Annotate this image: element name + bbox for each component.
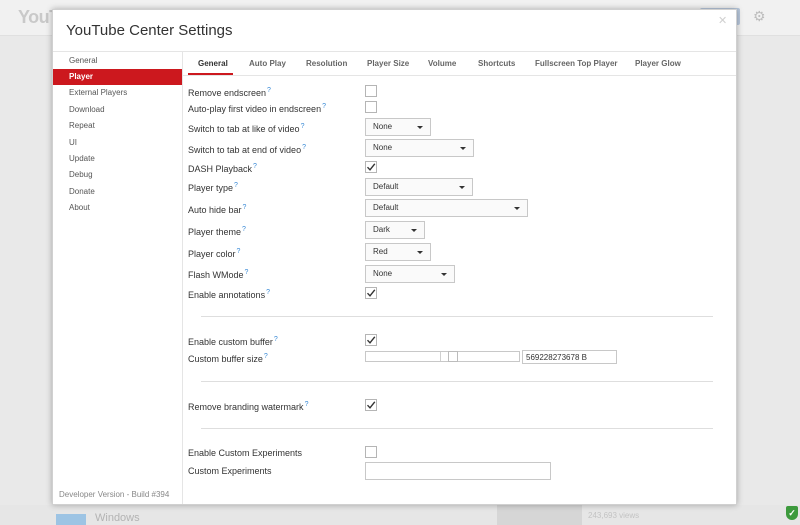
switch-like-value: None — [373, 122, 393, 131]
section-divider — [201, 381, 713, 382]
custom-experiments-label: Custom Experiments — [188, 466, 272, 476]
slider-tick — [440, 352, 441, 361]
dialog-title: YouTube Center Settings — [66, 22, 233, 39]
enable-experiments-checkbox[interactable] — [365, 446, 377, 458]
chevron-down-icon — [460, 147, 466, 150]
help-icon[interactable]: ? — [302, 144, 306, 151]
help-icon[interactable]: ? — [266, 289, 270, 296]
check-icon — [366, 163, 376, 171]
chevron-down-icon — [514, 207, 520, 210]
enable-experiments-label: Enable Custom Experiments — [188, 448, 303, 458]
enable-annotations-label: Enable annotations? — [188, 289, 270, 300]
chevron-down-icon — [441, 273, 447, 276]
auto-hide-bar-value: Default — [373, 203, 399, 212]
check-icon — [366, 336, 376, 344]
tabs-divider — [183, 75, 736, 76]
enable-custom-buffer-checkbox[interactable] — [365, 334, 377, 346]
sidebar-item-donate[interactable]: Donate — [53, 184, 182, 200]
settings-dialog: YouTube Center Settings ✕ General Player… — [52, 9, 737, 505]
check-icon — [366, 289, 376, 297]
help-icon[interactable]: ? — [245, 269, 249, 276]
gear-icon: ⚙ — [753, 8, 766, 24]
slider-handle[interactable] — [448, 351, 458, 362]
chevron-down-icon — [417, 126, 423, 129]
custom-buffer-slider[interactable] — [365, 351, 520, 362]
switch-end-dropdown[interactable]: None — [365, 139, 474, 157]
sidebar-item-download[interactable]: Download — [53, 102, 182, 118]
background-windows-label: Windows — [95, 512, 140, 524]
help-icon[interactable]: ? — [243, 204, 247, 211]
build-version: Developer Version - Build #394 — [59, 490, 170, 499]
custom-buffer-size-label: Custom buffer size? — [188, 353, 268, 364]
chevron-down-icon — [417, 251, 423, 254]
tab-fullscreen-top-player[interactable]: Fullscreen Top Player — [535, 59, 618, 68]
player-type-dropdown[interactable]: Default — [365, 178, 473, 196]
player-type-label: Player type? — [188, 182, 238, 193]
switch-end-label: Switch to tab at end of video? — [188, 144, 306, 155]
tab-shortcuts[interactable]: Shortcuts — [478, 59, 515, 68]
tab-volume[interactable]: Volume — [428, 59, 456, 68]
flash-wmode-label: Flash WMode? — [188, 269, 249, 280]
sidebar-item-external-players[interactable]: External Players — [53, 85, 182, 101]
dash-playback-checkbox[interactable] — [365, 161, 377, 173]
tab-general[interactable]: General — [198, 59, 228, 68]
player-theme-dropdown[interactable]: Dark — [365, 221, 425, 239]
remove-endscreen-label: Remove endscreen? — [188, 87, 271, 98]
help-icon[interactable]: ? — [322, 103, 326, 110]
player-theme-label: Player theme? — [188, 226, 246, 237]
custom-experiments-input[interactable] — [365, 462, 551, 480]
section-divider — [201, 428, 713, 429]
autoplay-endscreen-label: Auto-play first video in endscreen? — [188, 103, 326, 114]
switch-like-dropdown[interactable]: None — [365, 118, 431, 136]
close-icon[interactable]: ✕ — [718, 14, 727, 27]
dash-playback-label: DASH Playback? — [188, 163, 257, 174]
sidebar-item-general[interactable]: General — [53, 53, 182, 69]
help-icon[interactable]: ? — [242, 226, 246, 233]
auto-hide-bar-dropdown[interactable]: Default — [365, 199, 528, 217]
help-icon[interactable]: ? — [274, 336, 278, 343]
help-icon[interactable]: ? — [267, 87, 271, 94]
help-icon[interactable]: ? — [264, 353, 268, 360]
custom-buffer-size-input[interactable] — [522, 350, 617, 364]
flash-wmode-value: None — [373, 269, 393, 278]
player-color-value: Red — [373, 247, 388, 256]
chevron-down-icon — [411, 229, 417, 232]
help-icon[interactable]: ? — [253, 163, 257, 170]
auto-hide-bar-label: Auto hide bar? — [188, 204, 247, 215]
flash-wmode-dropdown[interactable]: None — [365, 265, 455, 283]
help-icon[interactable]: ? — [305, 401, 309, 408]
remove-endscreen-checkbox[interactable] — [365, 85, 377, 97]
player-type-value: Default — [373, 182, 399, 191]
player-color-label: Player color? — [188, 248, 241, 259]
help-icon[interactable]: ? — [237, 248, 241, 255]
player-color-dropdown[interactable]: Red — [365, 243, 431, 261]
autoplay-endscreen-checkbox[interactable] — [365, 101, 377, 113]
sidebar-item-ui[interactable]: UI — [53, 135, 182, 151]
switch-like-label: Switch to tab at like of video? — [188, 123, 305, 134]
tab-player-glow[interactable]: Player Glow — [635, 59, 681, 68]
help-icon[interactable]: ? — [234, 182, 238, 189]
background-thumbnail — [56, 514, 86, 525]
tab-player-size[interactable]: Player Size — [367, 59, 409, 68]
player-theme-value: Dark — [373, 225, 390, 234]
switch-end-value: None — [373, 143, 393, 152]
background-views: 243,693 views — [588, 511, 640, 520]
remove-branding-checkbox[interactable] — [365, 399, 377, 411]
sidebar-item-debug[interactable]: Debug — [53, 167, 182, 183]
check-icon — [366, 401, 376, 409]
remove-branding-label: Remove branding watermark? — [188, 401, 309, 412]
chevron-down-icon — [459, 186, 465, 189]
shield-icon[interactable]: ✓ — [786, 506, 798, 520]
sidebar-item-repeat[interactable]: Repeat — [53, 118, 182, 134]
section-divider — [201, 316, 713, 317]
sidebar-item-about[interactable]: About — [53, 200, 182, 216]
tab-auto-play[interactable]: Auto Play — [249, 59, 286, 68]
help-icon[interactable]: ? — [301, 123, 305, 130]
enable-annotations-checkbox[interactable] — [365, 287, 377, 299]
sidebar-item-update[interactable]: Update — [53, 151, 182, 167]
sidebar: General Player External Players Download… — [53, 52, 183, 504]
enable-custom-buffer-label: Enable custom buffer? — [188, 336, 278, 347]
tab-resolution[interactable]: Resolution — [306, 59, 347, 68]
sidebar-item-player[interactable]: Player — [53, 69, 182, 85]
